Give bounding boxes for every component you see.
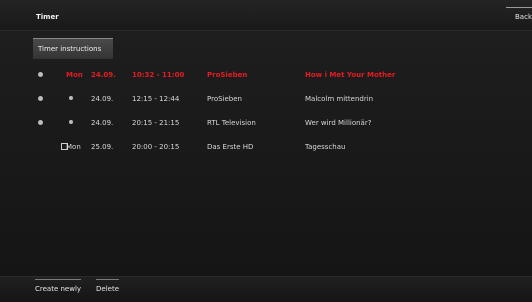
row-program: Malcolm mittendrin (305, 95, 374, 103)
row-program: How i Met Your Mother (305, 71, 396, 79)
row-date: 24.09. (91, 95, 114, 103)
row-date: 25.09. (91, 143, 114, 151)
header-bar: Timer Back (0, 0, 532, 31)
row-channel: RTL Television (207, 119, 256, 127)
list-item[interactable]: 24.09. 12:15 - 12:44 ProSieben Malcolm m… (33, 88, 532, 112)
row-date: 24.09. (91, 119, 114, 127)
create-newly-button[interactable]: Create newly (35, 279, 82, 293)
row-day: Mon (66, 71, 83, 79)
row-date: 24.09. (91, 71, 116, 79)
timer-instructions-button[interactable]: Timer instructions (33, 38, 113, 59)
row-channel: ProSieben (207, 95, 242, 103)
footer-bar: Create newly Delete (0, 276, 532, 302)
back-indicator-line (506, 7, 532, 8)
row-time: 12:15 - 12:44 (132, 95, 180, 103)
app-window: Timer Back Timer instructions Mon 24.09.… (0, 0, 532, 302)
repeat-dot-icon (69, 120, 73, 124)
timer-list: Mon 24.09. 10:32 - 11:00 ProSieben How i… (33, 64, 532, 160)
row-day: Mon (66, 143, 81, 151)
list-item[interactable]: Mon 25.09. 20:00 - 20:15 Das Erste HD Ta… (33, 136, 532, 160)
repeat-dot-icon (69, 96, 73, 100)
page-title: Timer (36, 13, 59, 21)
delete-button[interactable]: Delete (96, 279, 119, 293)
record-dot-icon (38, 120, 43, 125)
row-channel: Das Erste HD (207, 143, 254, 151)
record-dot-icon (38, 96, 43, 101)
record-dot-icon (38, 72, 43, 77)
row-program: Tagesschau (305, 143, 346, 151)
row-channel: ProSieben (207, 71, 248, 79)
row-time: 20:15 - 21:15 (132, 119, 180, 127)
list-item[interactable]: Mon 24.09. 10:32 - 11:00 ProSieben How i… (33, 64, 532, 88)
back-button[interactable]: Back (515, 13, 532, 21)
list-item[interactable]: 24.09. 20:15 - 21:15 RTL Television Wer … (33, 112, 532, 136)
row-time: 20:00 - 20:15 (132, 143, 180, 151)
row-program: Wer wird Millionär? (305, 119, 372, 127)
row-time: 10:32 - 11:00 (132, 71, 185, 79)
